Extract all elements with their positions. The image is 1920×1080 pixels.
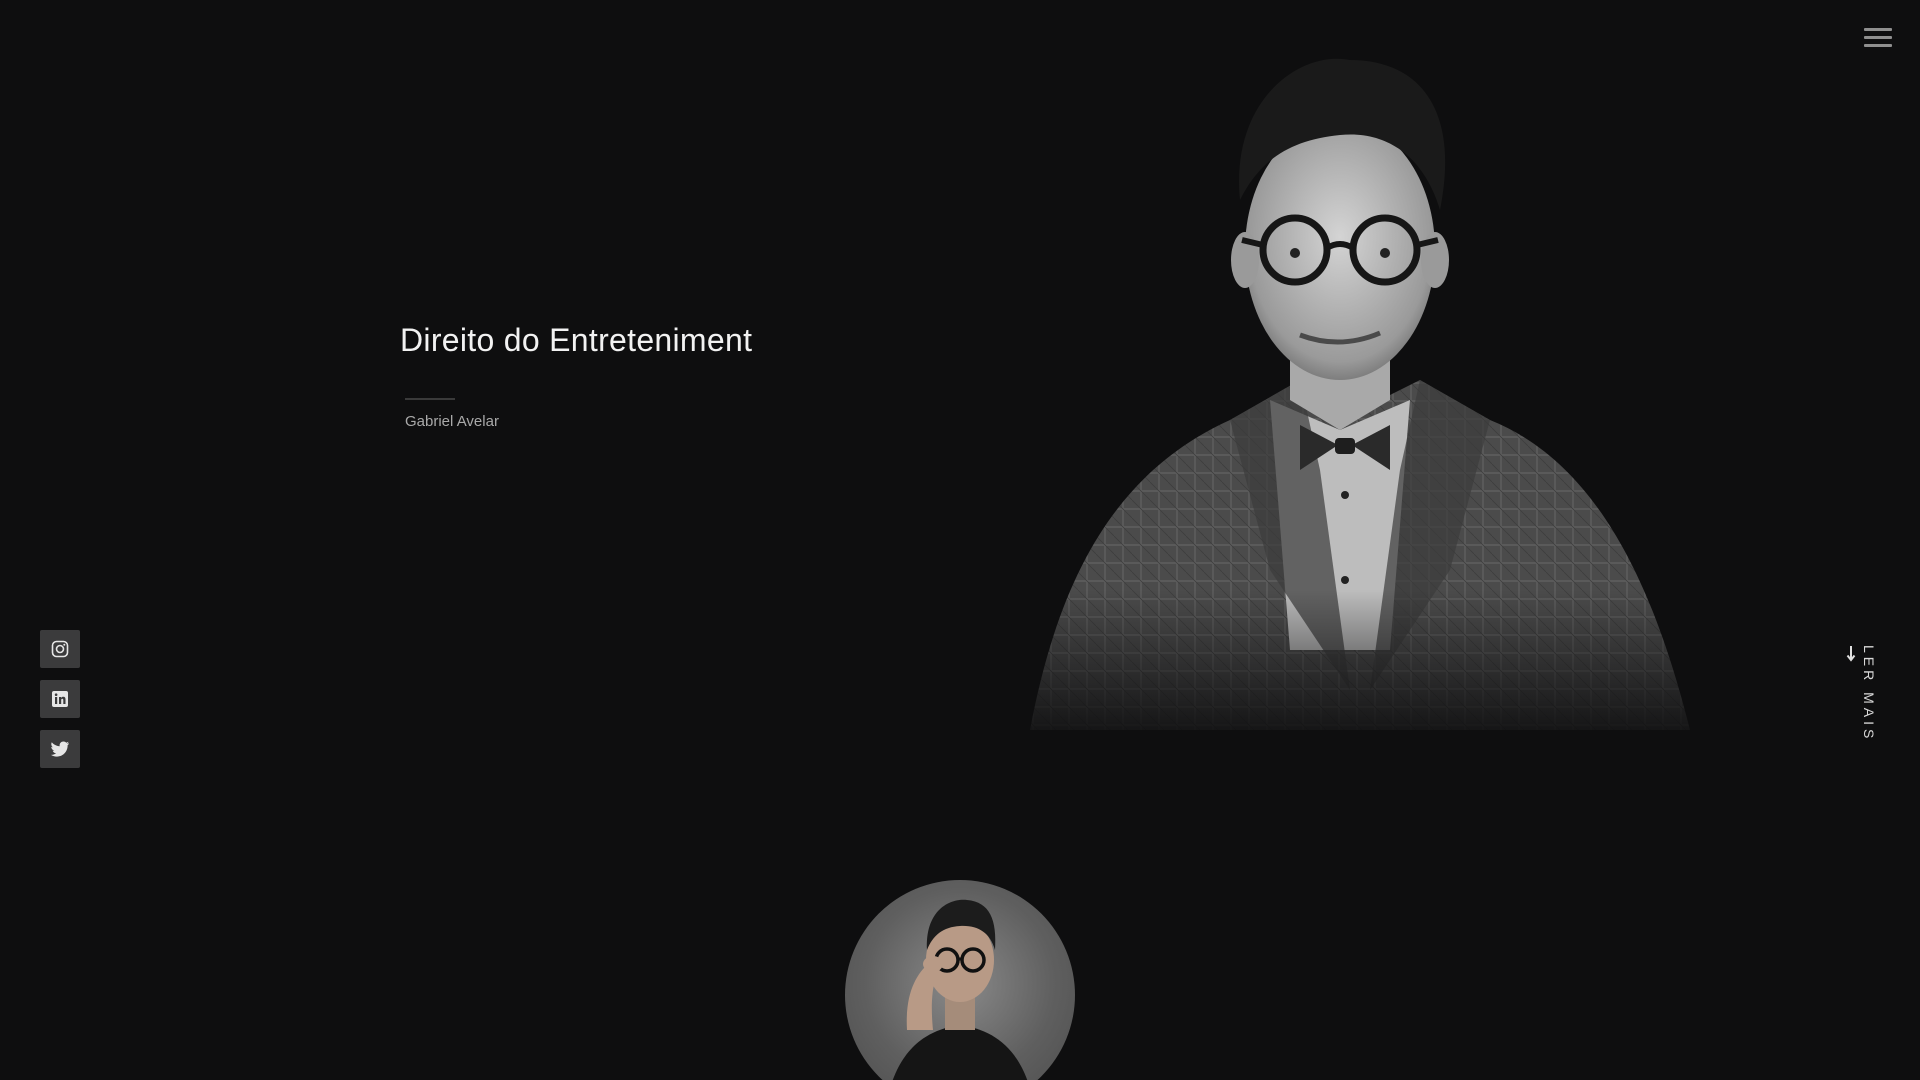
- linkedin-button[interactable]: [40, 680, 80, 718]
- social-links: [40, 630, 80, 780]
- instagram-button[interactable]: [40, 630, 80, 668]
- author-name: Gabriel Avelar: [405, 413, 499, 430]
- hero-title: Direito do Entreteniment: [400, 322, 753, 358]
- linkedin-icon: [52, 691, 68, 707]
- read-more-button[interactable]: LER MAIS: [1845, 645, 1891, 755]
- instagram-icon: [51, 640, 69, 658]
- avatar-photo: [892, 899, 1028, 1080]
- twitter-icon: [51, 741, 69, 757]
- portrait-image: [970, 58, 1710, 750]
- menu-button[interactable]: [1864, 25, 1892, 51]
- hero-page: Direito do Entreteniment Gabriel Avelar: [0, 0, 1920, 1080]
- twitter-button[interactable]: [40, 730, 80, 768]
- hamburger-icon-line: [1864, 44, 1892, 47]
- title-divider: [405, 398, 455, 400]
- hamburger-icon-line: [1864, 36, 1892, 39]
- arrow-down-icon: [1846, 646, 1856, 662]
- read-more-label: LER MAIS: [1861, 645, 1877, 743]
- profile-avatar: [845, 880, 1075, 1080]
- hamburger-icon: [1864, 28, 1892, 31]
